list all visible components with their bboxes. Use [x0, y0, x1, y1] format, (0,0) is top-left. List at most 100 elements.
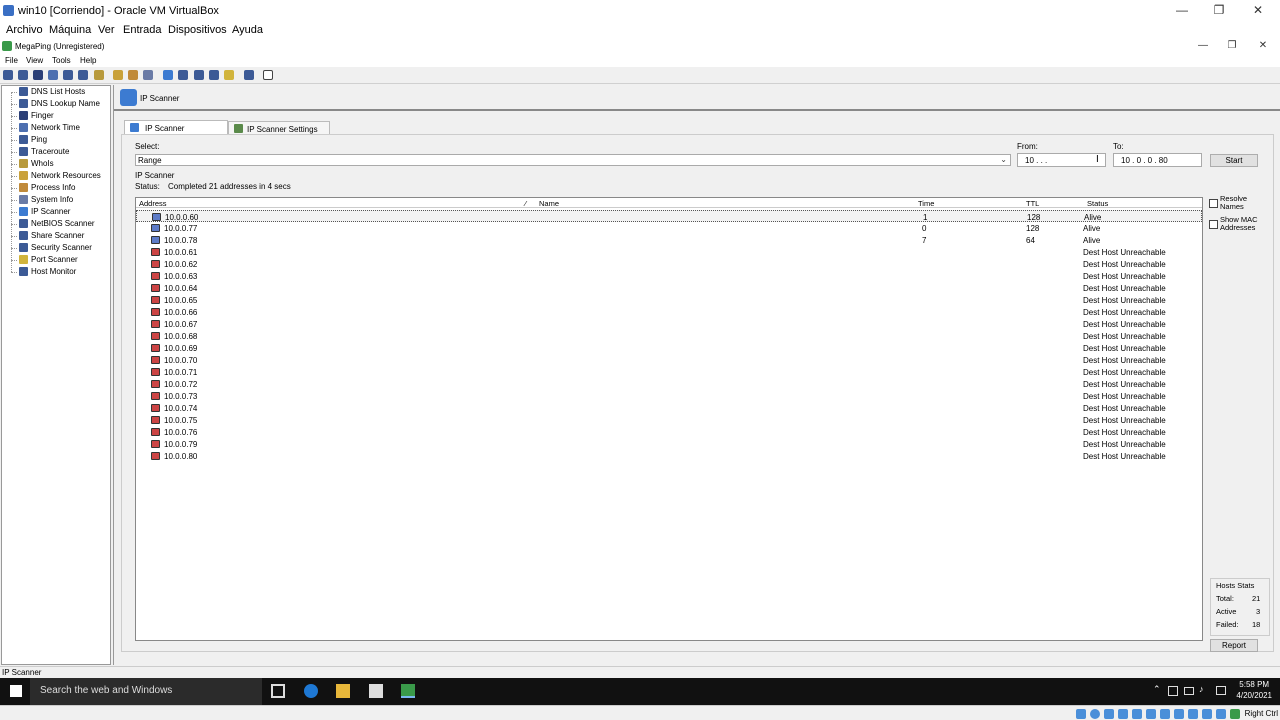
app-minimize-icon[interactable]: — — [1195, 40, 1211, 51]
table-row[interactable]: 10.0.0.66 Dest Host Unreachable — [136, 306, 1202, 318]
tree-item-netbios-scanner[interactable]: NetBIOS Scanner — [2, 218, 110, 230]
app-restore-icon[interactable]: ❐ — [1224, 40, 1240, 51]
table-row[interactable]: 10.0.0.65 Dest Host Unreachable — [136, 294, 1202, 306]
tree-item-network-time[interactable]: Network Time — [2, 122, 110, 134]
tab-ip-scanner[interactable]: IP Scanner — [124, 120, 228, 135]
table-row[interactable]: 10.0.0.68 Dest Host Unreachable — [136, 330, 1202, 342]
tree-item-dns-list-hosts[interactable]: DNS List Hosts — [2, 86, 110, 98]
table-row[interactable]: 10.0.0.64 Dest Host Unreachable — [136, 282, 1202, 294]
whois-tool-icon[interactable] — [94, 70, 104, 80]
tree-item-network-resources[interactable]: Network Resources — [2, 170, 110, 182]
process-info-tool-icon[interactable] — [128, 70, 138, 80]
network-status-icon[interactable] — [1118, 709, 1128, 719]
column-name[interactable]: Name — [539, 199, 559, 208]
tree-item-security-scanner[interactable]: Security Scanner — [2, 242, 110, 254]
report-button[interactable]: Report — [1210, 639, 1258, 652]
ping-tool-icon[interactable] — [63, 70, 73, 80]
help-tool-icon[interactable] — [263, 70, 273, 80]
tree-item-host-monitor[interactable]: Host Monitor — [2, 266, 110, 278]
menu-archivo[interactable]: Archivo — [6, 24, 43, 36]
start-button[interactable]: Start — [1210, 154, 1258, 167]
tree-item-ip-scanner[interactable]: IP Scanner — [2, 206, 110, 218]
tree-item-port-scanner[interactable]: Port Scanner — [2, 254, 110, 266]
app-close-icon[interactable]: ✕ — [1255, 40, 1271, 51]
close-icon[interactable]: ✕ — [1248, 3, 1268, 17]
netbios-scanner-tool-icon[interactable] — [178, 70, 188, 80]
video-capture-status-icon[interactable] — [1174, 709, 1184, 719]
tree-item-traceroute[interactable]: Traceroute — [2, 146, 110, 158]
tree-item-ping[interactable]: Ping — [2, 134, 110, 146]
volume-tray-icon[interactable]: ♪ — [1199, 684, 1211, 698]
finger-tool-icon[interactable] — [33, 70, 43, 80]
table-row[interactable]: 10.0.0.69 Dest Host Unreachable — [136, 342, 1202, 354]
shared-folders-status-icon[interactable] — [1146, 709, 1156, 719]
menu-entrada[interactable]: Entrada — [123, 24, 162, 36]
network-time-tool-icon[interactable] — [48, 70, 58, 80]
table-row[interactable]: 10.0.0.74 Dest Host Unreachable — [136, 402, 1202, 414]
menu-maquina[interactable]: Máquina — [49, 24, 91, 36]
tray-chevron-icon[interactable]: ⌃ — [1153, 684, 1163, 698]
tab-ip-scanner-settings[interactable]: IP Scanner Settings — [228, 121, 330, 135]
tree-item-process-info[interactable]: Process Info — [2, 182, 110, 194]
hard-disk-status-icon[interactable] — [1076, 709, 1086, 719]
menu-tools[interactable]: Tools — [52, 56, 71, 65]
table-row[interactable]: 10.0.0.70 Dest Host Unreachable — [136, 354, 1202, 366]
table-row[interactable]: 10.0.0.71 Dest Host Unreachable — [136, 366, 1202, 378]
column-time[interactable]: Time — [918, 199, 934, 208]
cpu-status-icon[interactable] — [1188, 709, 1198, 719]
megaping-taskbar-icon[interactable] — [401, 684, 415, 698]
port-scanner-tool-icon[interactable] — [224, 70, 234, 80]
tree-item-finger[interactable]: Finger — [2, 110, 110, 122]
table-row[interactable]: 10.0.0.78 7 64 Alive — [136, 234, 1202, 246]
optical-drive-status-icon[interactable] — [1090, 709, 1100, 719]
tree-item-system-info[interactable]: System Info — [2, 194, 110, 206]
menu-ayuda[interactable]: Ayuda — [232, 24, 263, 36]
table-row[interactable]: 10.0.0.63 Dest Host Unreachable — [136, 270, 1202, 282]
table-row[interactable]: 10.0.0.80 Dest Host Unreachable — [136, 450, 1202, 462]
notifications-tray-icon[interactable] — [1216, 686, 1226, 695]
task-view-icon[interactable] — [271, 684, 285, 698]
share-scanner-tool-icon[interactable] — [194, 70, 204, 80]
ip-scanner-tool-icon[interactable] — [163, 70, 173, 80]
tree-item-share-scanner[interactable]: Share Scanner — [2, 230, 110, 242]
show-mac-checkbox[interactable] — [1209, 220, 1218, 229]
table-row[interactable]: 10.0.0.73 Dest Host Unreachable — [136, 390, 1202, 402]
menu-ver[interactable]: Ver — [98, 24, 115, 36]
table-row[interactable]: 10.0.0.62 Dest Host Unreachable — [136, 258, 1202, 270]
range-select[interactable]: Range ⌄ — [135, 154, 1011, 166]
table-row[interactable]: 10.0.0.72 Dest Host Unreachable — [136, 378, 1202, 390]
tree-item-whois[interactable]: WhoIs — [2, 158, 110, 170]
traceroute-tool-icon[interactable] — [78, 70, 88, 80]
restore-icon[interactable]: ❐ — [1209, 3, 1229, 17]
to-ip-field[interactable]: 10 . 0 . 0 . 80 — [1113, 153, 1202, 167]
taskbar-clock[interactable]: 5:58 PM 4/20/2021 — [1236, 680, 1272, 700]
table-row[interactable]: 10.0.0.79 Dest Host Unreachable — [136, 438, 1202, 450]
network-resources-tool-icon[interactable] — [113, 70, 123, 80]
dns-lookup-tool-icon[interactable] — [18, 70, 28, 80]
column-address[interactable]: Address — [139, 199, 167, 208]
mouse-integration-status-icon[interactable] — [1202, 709, 1212, 719]
table-row[interactable]: 10.0.0.60 1 128 Alive — [136, 210, 1202, 222]
table-row[interactable]: 10.0.0.61 Dest Host Unreachable — [136, 246, 1202, 258]
file-explorer-icon[interactable] — [336, 684, 350, 698]
edge-icon[interactable] — [304, 684, 318, 698]
windows-start-icon[interactable] — [10, 685, 22, 697]
system-info-tool-icon[interactable] — [143, 70, 153, 80]
menu-file[interactable]: File — [5, 56, 18, 65]
audio-status-icon[interactable] — [1104, 709, 1114, 719]
minimize-icon[interactable]: — — [1172, 3, 1192, 17]
keyboard-status-icon[interactable] — [1216, 709, 1226, 719]
resolve-names-checkbox[interactable] — [1209, 199, 1218, 208]
dns-list-hosts-tool-icon[interactable] — [3, 70, 13, 80]
network-tray-icon[interactable] — [1168, 686, 1178, 696]
from-ip-field[interactable]: 10 . . . I — [1017, 153, 1106, 167]
usb-status-icon[interactable] — [1132, 709, 1142, 719]
column-status[interactable]: Status — [1087, 199, 1108, 208]
menu-help[interactable]: Help — [80, 56, 96, 65]
host-monitor-tool-icon[interactable] — [244, 70, 254, 80]
column-ttl[interactable]: TTL — [1026, 199, 1039, 208]
menu-view[interactable]: View — [26, 56, 43, 65]
table-row[interactable]: 10.0.0.76 Dest Host Unreachable — [136, 426, 1202, 438]
power-tray-icon[interactable] — [1184, 687, 1194, 695]
taskbar-search[interactable]: Search the web and Windows — [30, 678, 262, 705]
